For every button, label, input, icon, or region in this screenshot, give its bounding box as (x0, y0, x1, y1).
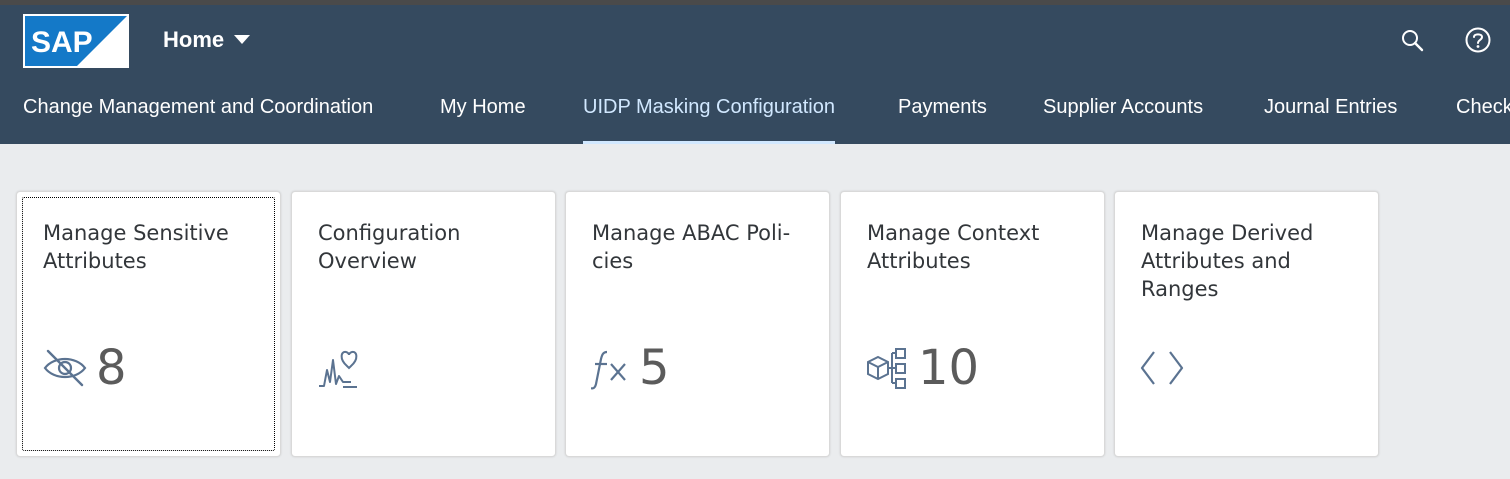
tab-uidp-masking-configuration[interactable]: UIDP Masking Configuration (583, 85, 835, 144)
tile-manage-context-attributes[interactable]: Manage Context Attributes 10 (840, 191, 1105, 457)
tile-manage-sensitive-attributes[interactable]: Manage Sensitive Attributes 8 (16, 191, 281, 457)
space-tab-bar: Change Management and Coordination My Ho… (0, 85, 1510, 144)
tile-footer: 10 (866, 338, 979, 398)
tab-change-management[interactable]: Change Management and Coordination (23, 85, 373, 144)
tile-configuration-overview[interactable]: Configuration Overview (291, 191, 556, 457)
tile-footer (317, 338, 371, 398)
tile-kpi-value: 5 (639, 340, 670, 396)
logo-text: SAP (31, 26, 93, 59)
sap-logo-mark: SAP (25, 16, 127, 66)
help-button[interactable] (1462, 24, 1494, 56)
tile-kpi-value: 10 (918, 340, 980, 396)
function-icon (591, 346, 631, 390)
tab-payments[interactable]: Payments (898, 85, 987, 144)
help-icon (1465, 27, 1491, 53)
tab-my-home[interactable]: My Home (440, 85, 526, 144)
tile-footer: 8 (42, 338, 127, 398)
search-button[interactable] (1396, 24, 1428, 56)
tile-title: Manage Derived Attributes and Ranges (1141, 221, 1314, 301)
hierarchy-cube-icon (866, 346, 910, 390)
tile-title: Manage ABAC Poli- cies (592, 221, 791, 273)
tab-check[interactable]: Check (1456, 85, 1510, 144)
home-label: Home (163, 27, 225, 52)
tile-manage-abac-policies[interactable]: Manage ABAC Poli- cies 5 (565, 191, 830, 457)
shell-bar: SAP Home Change Management and Coordinat… (0, 5, 1510, 144)
tile-footer (1140, 338, 1194, 398)
health-chart-icon (317, 346, 363, 390)
tile-title: Configuration Overview (318, 221, 461, 273)
tile-title: Manage Sensitive Attributes (43, 221, 229, 273)
tile-kpi-value: 8 (96, 340, 127, 396)
tab-journal-entries[interactable]: Journal Entries (1264, 85, 1397, 144)
caret-down-icon (234, 35, 251, 44)
eye-slash-icon (42, 347, 88, 389)
code-icon (1140, 348, 1186, 388)
search-icon (1402, 30, 1424, 52)
tile-footer: 5 (591, 338, 670, 398)
tile-manage-derived-attributes-and-ranges[interactable]: Manage Derived Attributes and Ranges (1114, 191, 1379, 457)
home-menu-button[interactable]: Home (163, 24, 251, 56)
tab-supplier-accounts[interactable]: Supplier Accounts (1043, 85, 1203, 144)
sap-logo[interactable]: SAP (23, 14, 129, 68)
tile-title: Manage Context Attributes (867, 221, 1040, 273)
